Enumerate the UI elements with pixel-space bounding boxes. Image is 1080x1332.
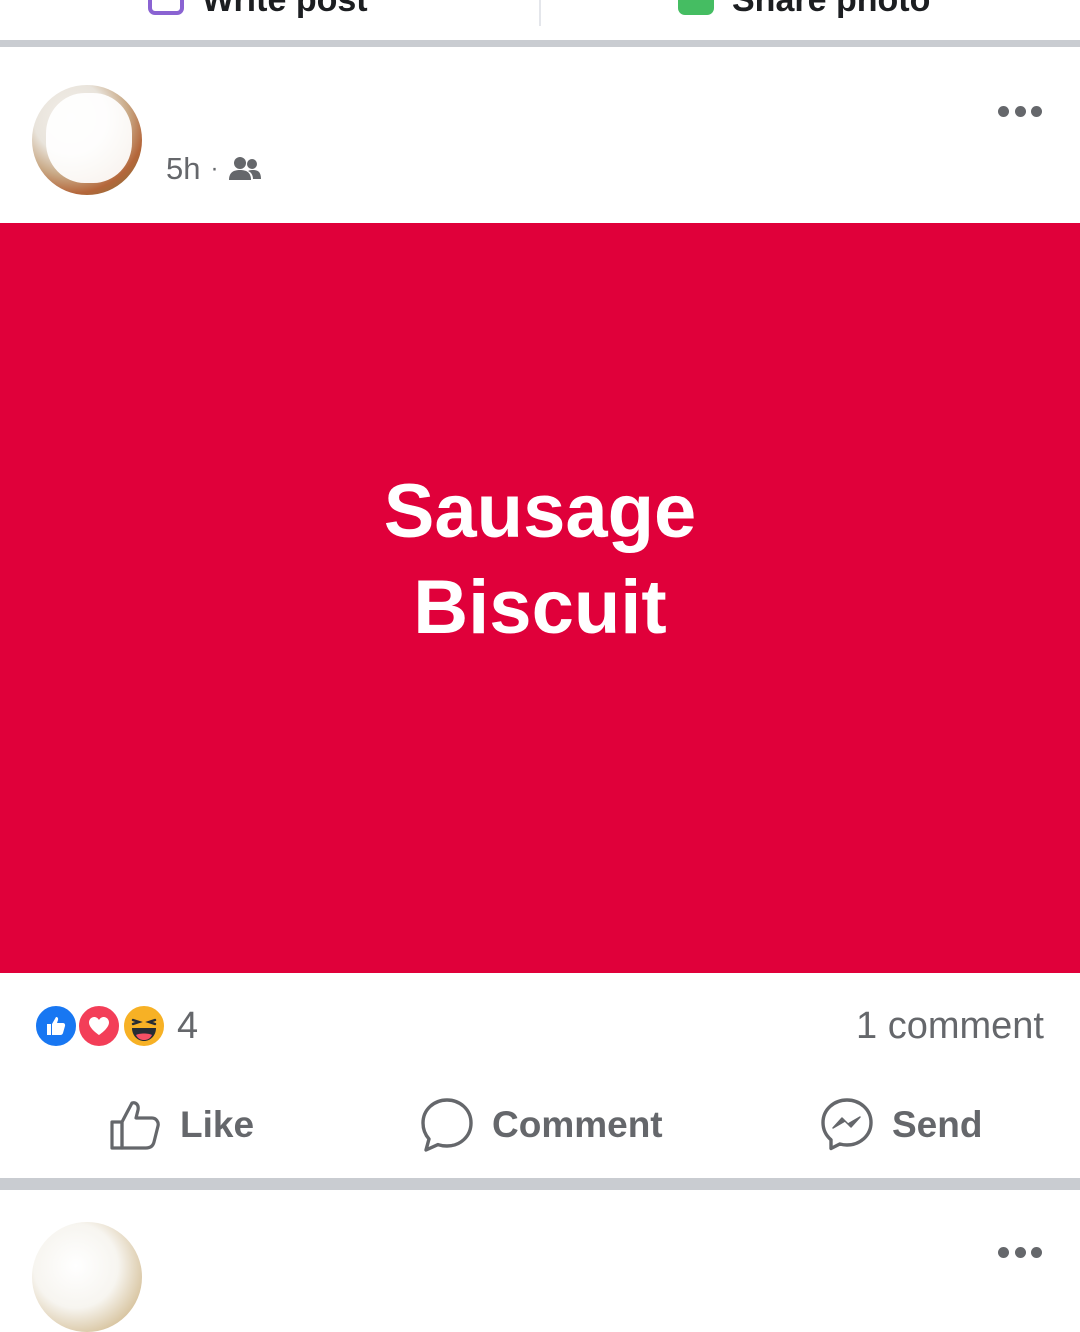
haha-reaction-icon — [121, 1003, 167, 1049]
avatar-blur — [46, 93, 132, 183]
comment-count[interactable]: 1 comment — [856, 1005, 1044, 1048]
post-text-background[interactable]: Sausage Biscuit — [0, 223, 1080, 973]
send-button[interactable]: Send — [820, 1095, 982, 1155]
more-options-icon[interactable] — [998, 1242, 1042, 1262]
like-label: Like — [180, 1104, 255, 1145]
like-icon — [110, 1101, 160, 1150]
author-avatar[interactable] — [32, 85, 142, 195]
write-post-icon — [148, 0, 184, 15]
photo-icon — [678, 0, 714, 15]
post-text-line: Sausage — [383, 469, 697, 554]
feed-separator — [0, 1178, 1080, 1190]
send-label: Send — [892, 1104, 983, 1145]
reactions-summary: 4 1 comment — [0, 973, 1080, 1073]
post-text-line: Biscuit — [413, 565, 667, 650]
write-post-button[interactable]: Write post — [148, 0, 368, 20]
share-photo-label: Share photo — [732, 0, 930, 20]
post-time[interactable]: 5h — [166, 151, 200, 187]
post-action-bar: Like Comment Send — [0, 1073, 1080, 1178]
post-text: Sausage Biscuit — [310, 464, 770, 656]
like-button[interactable]: Like — [108, 1095, 254, 1155]
reaction-count[interactable]: 4 — [177, 1005, 198, 1048]
comment-icon — [421, 1098, 473, 1152]
share-photo-button[interactable]: Share photo — [678, 0, 930, 20]
author-avatar[interactable] — [32, 1222, 142, 1332]
meta-separator: · — [210, 155, 219, 182]
composer-divider — [539, 0, 541, 26]
friends-icon[interactable] — [228, 156, 262, 182]
like-reaction-icon — [33, 1003, 79, 1049]
comment-label: Comment — [492, 1104, 663, 1145]
love-reaction-icon — [76, 1003, 122, 1049]
post-header: 5h · — [0, 47, 1080, 223]
comment-button[interactable]: Comment — [420, 1095, 663, 1155]
next-post-header — [0, 1190, 1080, 1332]
feed-separator — [0, 40, 1080, 47]
post-meta: 5h · — [166, 151, 262, 187]
messenger-icon — [821, 1098, 873, 1151]
post-composer-bar: Write post Share photo — [0, 0, 1080, 40]
write-post-label: Write post — [202, 0, 368, 20]
more-options-icon[interactable] — [998, 101, 1042, 121]
